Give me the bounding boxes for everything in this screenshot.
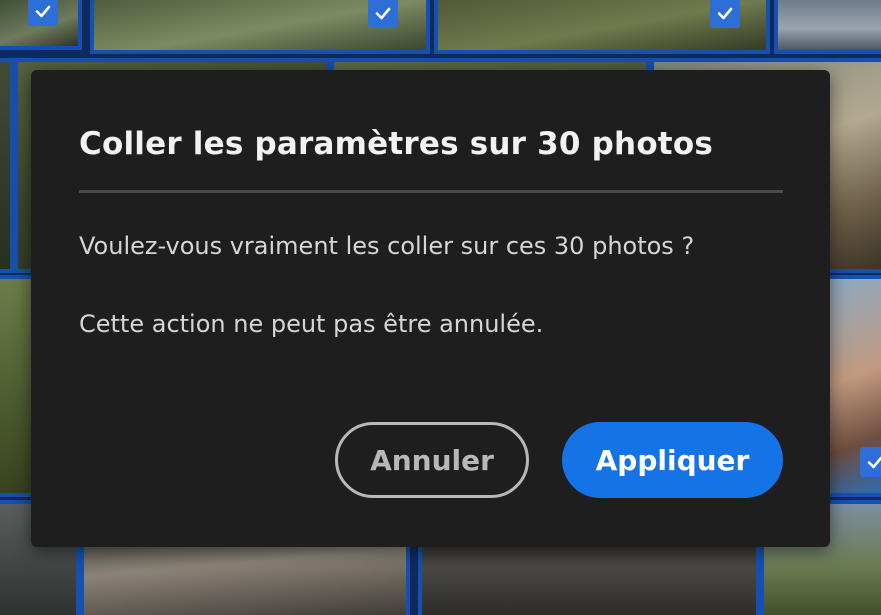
dialog-divider (79, 190, 783, 193)
checkbox-selected[interactable] (28, 0, 58, 26)
photo-thumbnail[interactable] (90, 0, 430, 54)
photo-thumbnail[interactable] (0, 58, 14, 273)
cancel-button[interactable]: Annuler (335, 422, 529, 498)
checkmark-icon (717, 7, 733, 20)
checkmark-icon (35, 5, 51, 18)
photo-thumbnail[interactable] (826, 275, 881, 497)
paste-settings-dialog: Coller les paramètres sur 30 photos Voul… (31, 70, 830, 547)
checkbox-selected[interactable] (860, 447, 881, 477)
apply-button[interactable]: Appliquer (562, 422, 783, 498)
checkbox-selected[interactable] (710, 0, 740, 28)
photo-thumbnail[interactable] (0, 0, 82, 50)
dialog-title: Coller les paramètres sur 30 photos (79, 126, 713, 162)
checkmark-icon (375, 7, 391, 20)
photo-thumbnail[interactable] (774, 0, 881, 54)
checkbox-selected[interactable] (368, 0, 398, 28)
dialog-message-warning: Cette action ne peut pas être annulée. (79, 310, 544, 338)
dialog-message-question: Voulez-vous vraiment les coller sur ces … (79, 232, 695, 260)
checkmark-icon (867, 456, 881, 469)
photo-grid-background: Coller les paramètres sur 30 photos Voul… (0, 0, 881, 615)
photo-thumbnail[interactable] (434, 0, 770, 54)
